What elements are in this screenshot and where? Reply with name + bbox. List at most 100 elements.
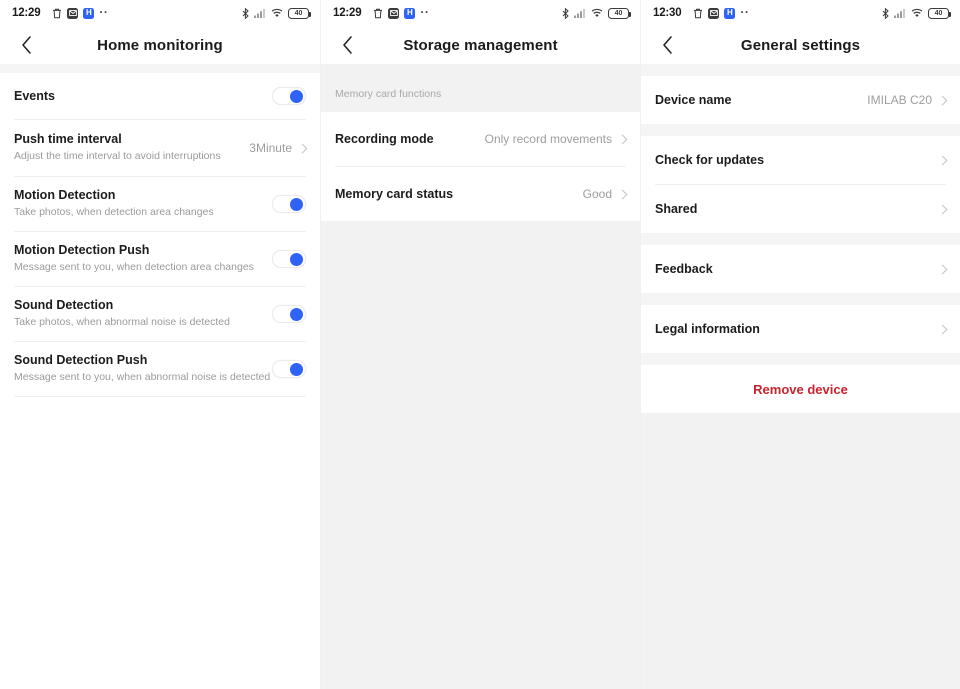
- status-bar-right: 40: [562, 7, 632, 19]
- general-group-feedback: Feedback: [641, 245, 960, 293]
- group-gap-band: [641, 233, 960, 245]
- back-chevron-icon: [662, 36, 672, 54]
- toggle-knob: [289, 253, 303, 266]
- row-right: 3Minute: [249, 141, 308, 155]
- status-time: 12:30: [653, 7, 682, 19]
- general-group-updates: Check for updates Shared: [641, 136, 960, 233]
- row-title: Legal information: [655, 321, 760, 336]
- row-value: 3Minute: [249, 141, 292, 155]
- signal-icon: [894, 8, 906, 18]
- row-recording-mode[interactable]: Recording mode Only record movements: [321, 112, 640, 166]
- bluetooth-icon: [242, 7, 249, 19]
- row-legal-information[interactable]: Legal information: [641, 305, 960, 353]
- row-right: [272, 87, 306, 105]
- title-bar: Home monitoring: [0, 26, 320, 64]
- row-right: [272, 360, 306, 378]
- overflow-dots-icon: ··: [99, 5, 109, 20]
- toggle-sound-detection[interactable]: [272, 305, 306, 323]
- battery-icon: 40: [928, 7, 952, 19]
- row-subtitle: Message sent to you, when detection area…: [14, 261, 254, 274]
- row-texts: Motion Detection Push Message sent to yo…: [14, 242, 254, 276]
- divider: [14, 396, 306, 397]
- status-bar: 12:29 H ·· 40: [0, 0, 320, 26]
- row-texts: Events: [14, 88, 55, 105]
- screen-general-settings: 12:30 H ·· 40 General settings Device na…: [640, 0, 960, 689]
- mail-icon: [67, 7, 79, 19]
- toggle-knob: [289, 90, 303, 103]
- row-memory-card-status[interactable]: Memory card status Good: [321, 167, 640, 221]
- title-bar: General settings: [641, 26, 960, 64]
- chevron-right-icon: [617, 189, 628, 199]
- group-gap-band: [641, 353, 960, 365]
- chevron-right-icon: [937, 155, 948, 165]
- toggle-knob: [289, 363, 303, 376]
- chevron-right-icon: [937, 324, 948, 334]
- h-badge-icon: H: [404, 7, 416, 19]
- back-button[interactable]: [654, 32, 680, 58]
- row-check-for-updates[interactable]: Check for updates: [641, 136, 960, 184]
- row-texts: Memory card status: [335, 186, 453, 203]
- group-gap-band: [641, 64, 960, 76]
- trash-icon: [52, 8, 62, 19]
- row-value: Only record movements: [484, 132, 612, 146]
- row-device-name[interactable]: Device name IMILAB C20: [641, 76, 960, 124]
- row-title: Feedback: [655, 261, 713, 276]
- battery-icon: 40: [608, 7, 632, 19]
- status-bar-left: 12:30 H ··: [653, 5, 882, 20]
- row-events[interactable]: Events: [0, 73, 320, 119]
- group-gap-band: [641, 293, 960, 305]
- group-gap-band: [641, 124, 960, 136]
- remove-device-label: Remove device: [753, 381, 848, 397]
- row-value: Good: [582, 187, 612, 201]
- h-badge-icon: H: [83, 7, 95, 19]
- row-sound-detection[interactable]: Sound Detection Take photos, when abnorm…: [0, 287, 320, 341]
- status-time: 12:29: [12, 7, 41, 19]
- status-bar-left: 12:29 H ··: [12, 5, 242, 20]
- row-title: Device name: [655, 92, 732, 107]
- status-bar-left: 12:29 H ··: [333, 6, 562, 19]
- chevron-right-icon: [937, 264, 948, 274]
- row-title: Sound Detection: [14, 298, 114, 313]
- screenshot-root: 12:29 H ·· 40 Home monitoring Events Pus…: [0, 0, 960, 689]
- toggle-motion-detection[interactable]: [272, 195, 306, 213]
- toggle-sound-detection-push[interactable]: [272, 360, 306, 378]
- row-push-time-interval[interactable]: Push time interval Adjust the time inter…: [0, 120, 320, 176]
- toggle-motion-detection-push[interactable]: [272, 250, 306, 268]
- status-time: 12:29: [333, 7, 362, 19]
- chevron-right-icon: [937, 95, 948, 105]
- toggle-knob: [289, 198, 303, 211]
- overflow-dots-icon: ··: [740, 5, 750, 20]
- trash-icon: [693, 8, 703, 19]
- row-shared[interactable]: Shared: [641, 185, 960, 233]
- row-motion-detection-push[interactable]: Motion Detection Push Message sent to yo…: [0, 232, 320, 286]
- general-group-device: Device name IMILAB C20: [641, 76, 960, 124]
- row-subtitle: Message sent to you, when abnormal noise…: [14, 371, 271, 384]
- row-texts: Push time interval Adjust the time inter…: [14, 131, 221, 165]
- row-motion-detection[interactable]: Motion Detection Take photos, when detec…: [0, 177, 320, 231]
- chevron-right-icon: [297, 143, 308, 153]
- row-title: Recording mode: [335, 131, 434, 146]
- row-texts: Recording mode: [335, 131, 434, 148]
- remove-device-button[interactable]: Remove device: [641, 365, 960, 413]
- screen-storage-management: 12:29 H ·· 40 Storage management Memory …: [320, 0, 640, 689]
- row-feedback[interactable]: Feedback: [641, 245, 960, 293]
- row-right: [937, 204, 948, 214]
- bluetooth-icon: [562, 7, 569, 19]
- back-button[interactable]: [13, 32, 39, 58]
- row-right: [937, 155, 948, 165]
- row-sound-detection-push[interactable]: Sound Detection Push Message sent to you…: [0, 342, 320, 396]
- signal-icon: [254, 8, 266, 18]
- back-button[interactable]: [334, 32, 360, 58]
- wifi-icon: [591, 8, 603, 18]
- h-badge-icon: H: [724, 7, 736, 19]
- screen-home-monitoring: 12:29 H ·· 40 Home monitoring Events Pus…: [0, 0, 320, 689]
- page-title: General settings: [740, 36, 861, 54]
- row-title: Events: [14, 88, 55, 103]
- row-title: Shared: [655, 201, 698, 216]
- row-texts: Sound Detection Push Message sent to you…: [14, 352, 270, 386]
- toggle-events[interactable]: [272, 87, 306, 105]
- row-texts: Shared: [655, 201, 697, 218]
- row-texts: Motion Detection Take photos, when detec…: [14, 187, 214, 221]
- row-right: [272, 250, 306, 268]
- wifi-icon: [911, 8, 923, 18]
